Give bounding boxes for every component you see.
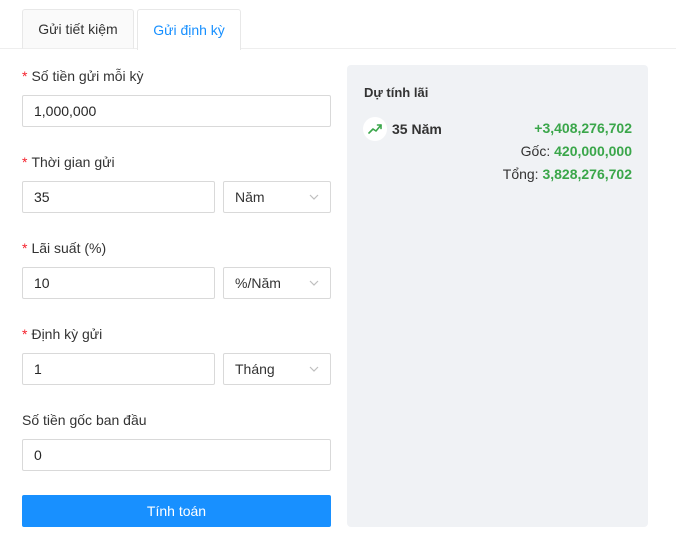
required-marker: *: [22, 154, 28, 170]
tab-periodic-deposit[interactable]: Gửi định kỳ: [137, 9, 241, 50]
total-value: 3,828,276,702: [542, 166, 632, 182]
initial-principal-label: Số tiền gốc ban đầu: [22, 412, 147, 428]
required-marker: *: [22, 326, 28, 342]
estimate-panel: Dự tính lãi 35 Năm +3,408,276,702 Gốc: 4…: [347, 65, 648, 527]
tab-bar: Gửi tiết kiệm Gửi định kỳ: [0, 0, 676, 50]
estimate-interest: +3,408,276,702: [534, 120, 632, 136]
amount-per-period-label: * Số tiền gửi mỗi kỳ: [22, 68, 144, 84]
required-marker: *: [22, 240, 28, 256]
deposit-period-input[interactable]: [22, 353, 215, 385]
chevron-down-icon: [309, 280, 319, 286]
estimate-total-row: Tổng: 3,828,276,702: [503, 166, 632, 182]
chevron-down-icon: [309, 366, 319, 372]
initial-principal-label-text: Số tiền gốc ban đầu: [22, 412, 147, 428]
initial-principal-input[interactable]: [22, 439, 331, 471]
deposit-period-unit-value: Tháng: [235, 361, 275, 377]
deposit-time-unit-value: Năm: [235, 189, 265, 205]
deposit-time-label: * Thời gian gửi: [22, 154, 115, 170]
deposit-period-unit-select[interactable]: Tháng: [223, 353, 331, 385]
interest-rate-label-text: Lãi suất (%): [31, 240, 107, 256]
amount-per-period-input[interactable]: [22, 95, 331, 127]
estimate-term: 35 Năm: [392, 121, 442, 137]
estimate-title: Dự tính lãi: [364, 85, 429, 100]
tab-savings[interactable]: Gửi tiết kiệm: [22, 9, 134, 49]
deposit-time-label-text: Thời gian gửi: [31, 154, 115, 170]
principal-label: Gốc:: [520, 143, 551, 159]
amount-per-period-label-text: Số tiền gửi mỗi kỳ: [31, 68, 144, 84]
interest-rate-input[interactable]: [22, 267, 215, 299]
interest-rate-label: * Lãi suất (%): [22, 240, 106, 256]
chevron-down-icon: [309, 194, 319, 200]
deposit-time-input[interactable]: [22, 181, 215, 213]
total-label: Tổng:: [502, 166, 539, 182]
deposit-period-label: * Định kỳ gửi: [22, 326, 102, 342]
principal-value: 420,000,000: [554, 143, 632, 159]
deposit-time-unit-select[interactable]: Năm: [223, 181, 331, 213]
estimate-principal-row: Gốc: 420,000,000: [521, 143, 632, 159]
interest-rate-unit-value: %/Năm: [235, 275, 281, 291]
calculate-button[interactable]: Tính toán: [22, 495, 331, 527]
trending-up-icon: [363, 117, 387, 141]
required-marker: *: [22, 68, 28, 84]
deposit-period-label-text: Định kỳ gửi: [31, 326, 103, 342]
interest-rate-unit-select[interactable]: %/Năm: [223, 267, 331, 299]
